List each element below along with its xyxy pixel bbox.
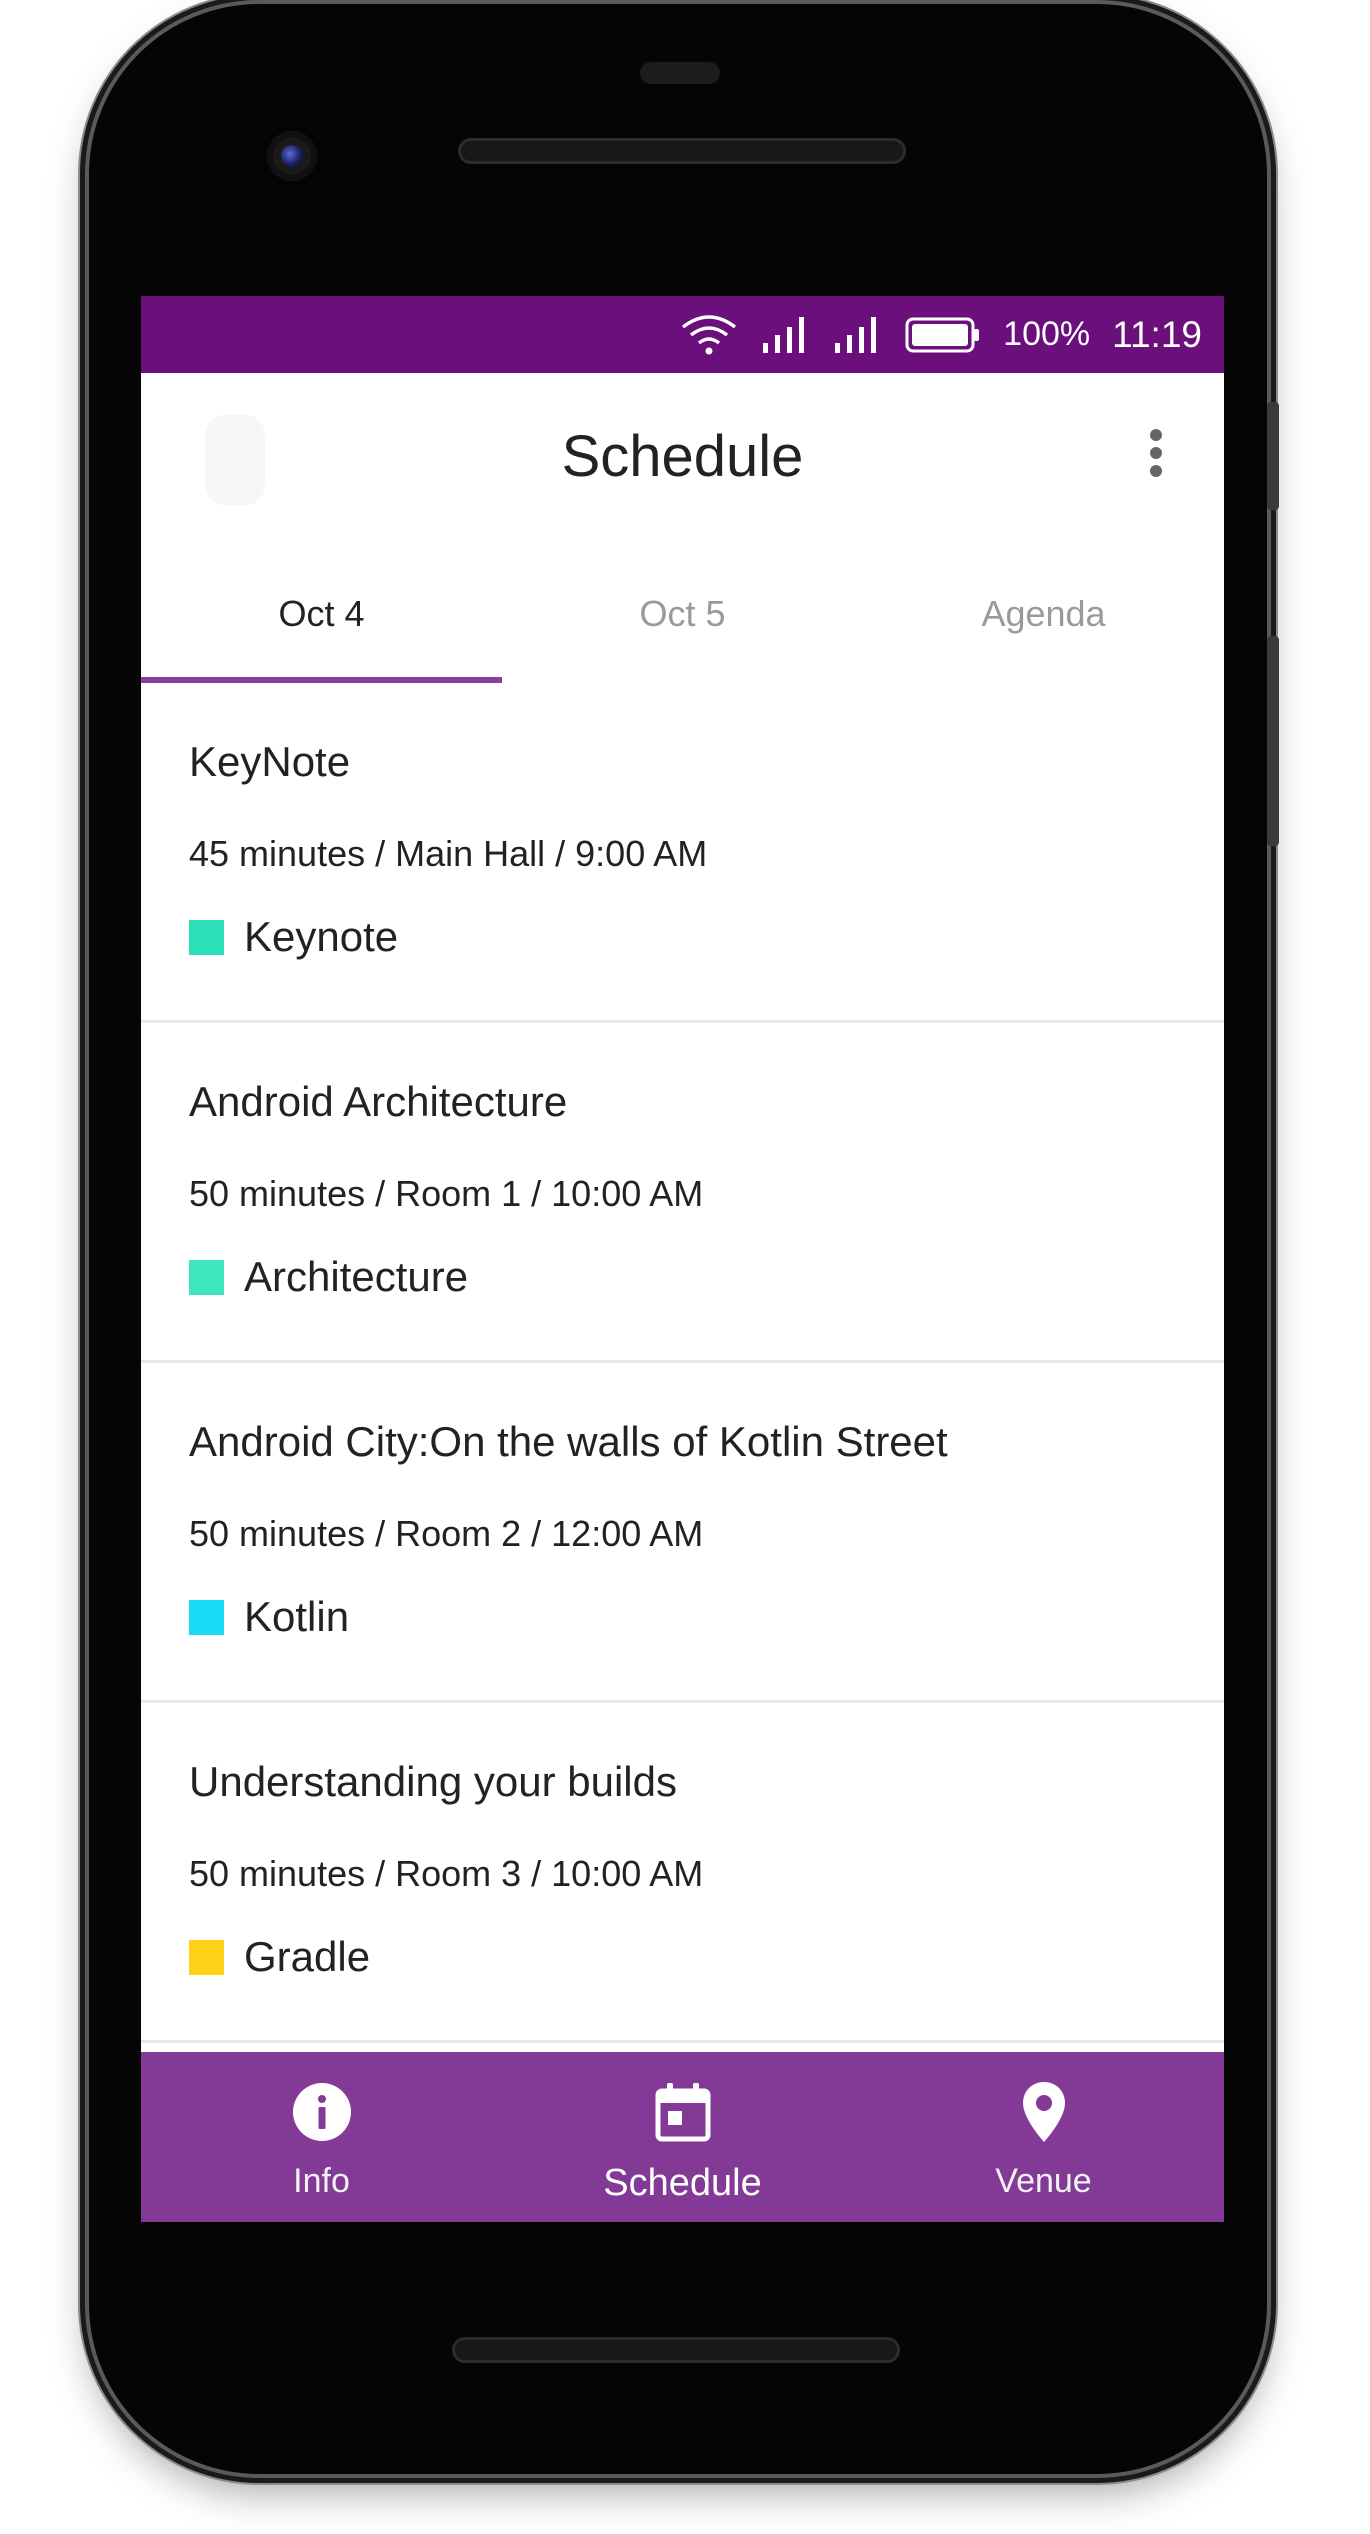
session-details: 50 minutes / Room 1 / 10:00 AM — [189, 1173, 704, 1214]
front-camera — [267, 131, 317, 181]
battery-icon — [905, 317, 981, 353]
session-details: 45 minutes / Main Hall / 9:00 AM — [189, 833, 708, 874]
more-vert-icon — [1150, 429, 1162, 441]
list-item[interactable]: KeyNote 45 minutes / Main Hall / 9:00 AM… — [141, 683, 1224, 1023]
session-tag: Gradle — [189, 1933, 370, 1981]
overflow-menu-button[interactable] — [1136, 423, 1176, 483]
signal-icon-1 — [761, 315, 811, 355]
nav-item-schedule[interactable]: Schedule — [502, 2052, 863, 2222]
session-title: Understanding your builds — [189, 1758, 677, 1805]
clock: 11:19 — [1112, 313, 1202, 355]
session-tag: Kotlin — [189, 1593, 349, 1641]
list-item[interactable]: Android City:On the walls of Kotlin Stre… — [141, 1363, 1224, 1703]
page-title: Schedule — [561, 424, 804, 489]
session-title: Android City:On the walls of Kotlin Stre… — [189, 1418, 948, 1465]
phone-screen: 100% 11:19 Schedule Oct 4 Oct 5 Agenda K… — [141, 296, 1224, 2222]
battery-percentage: 100% — [1003, 315, 1091, 353]
session-list: KeyNote 45 minutes / Main Hall / 9:00 AM… — [141, 683, 1224, 2043]
tag-color-swatch — [189, 1599, 224, 1635]
session-tag: Keynote — [189, 913, 398, 961]
top-speaker — [458, 138, 906, 164]
nav-label: Schedule — [603, 2162, 762, 2204]
tag-color-swatch — [189, 919, 224, 955]
date-tabs: Oct 4 Oct 5 Agenda — [141, 543, 1224, 683]
status-icons: 100% 11:19 — [679, 296, 1202, 373]
tab-oct-4[interactable]: Oct 4 — [141, 543, 502, 683]
sensor-slot — [640, 62, 720, 84]
app-bar: Schedule — [141, 373, 1224, 543]
wifi-icon — [679, 313, 739, 357]
status-bar: 100% 11:19 — [141, 296, 1224, 373]
session-details: 50 minutes / Room 3 / 10:00 AM — [189, 1853, 704, 1894]
tag-color-swatch — [189, 1939, 224, 1975]
session-details: 50 minutes / Room 2 / 12:00 AM — [189, 1513, 704, 1554]
tag-label: Architecture — [244, 1253, 469, 1300]
bottom-speaker — [452, 2337, 900, 2363]
list-item[interactable]: Understanding your builds 50 minutes / R… — [141, 1703, 1224, 2043]
volume-button — [1267, 636, 1279, 846]
nav-label: Venue — [995, 2162, 1092, 2200]
nav-label: Info — [293, 2162, 350, 2200]
tag-label: Gradle — [244, 1933, 371, 1980]
tab-agenda[interactable]: Agenda — [863, 543, 1224, 683]
more-vert-dot — [1150, 447, 1162, 459]
tab-oct-5[interactable]: Oct 5 — [502, 543, 863, 683]
location-pin-icon — [1021, 2072, 1067, 2152]
power-button — [1267, 402, 1279, 510]
nav-item-info[interactable]: Info — [141, 2052, 502, 2222]
signal-icon-2 — [833, 315, 883, 355]
session-title: Android Architecture — [189, 1078, 568, 1125]
info-icon — [291, 2072, 353, 2152]
tag-label: Kotlin — [244, 1593, 350, 1640]
tag-color-swatch — [189, 1259, 224, 1295]
bottom-navigation: Info Schedule Venue — [141, 2052, 1224, 2222]
session-tag: Architecture — [189, 1253, 468, 1301]
nav-item-venue[interactable]: Venue — [863, 2052, 1224, 2222]
more-vert-dot — [1150, 465, 1162, 477]
tag-label: Keynote — [244, 913, 399, 960]
list-item[interactable]: Android Architecture 50 minutes / Room 1… — [141, 1023, 1224, 1363]
calendar-icon — [654, 2072, 712, 2152]
session-title: KeyNote — [189, 738, 351, 785]
